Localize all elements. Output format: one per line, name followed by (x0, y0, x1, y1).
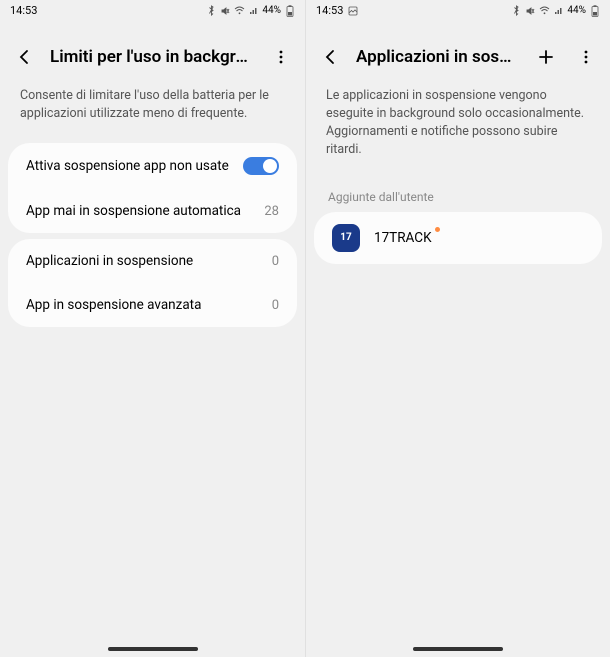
gallery-icon (347, 5, 358, 16)
app-name-text: 17TRACK (374, 230, 432, 246)
notification-dot-icon (435, 227, 440, 232)
row-count: 0 (272, 254, 279, 269)
row-count: 0 (272, 298, 279, 313)
sleeping-apps-row[interactable]: Applicazioni in sospensione 0 (8, 239, 297, 283)
settings-group-1: Attiva sospensione app non usate App mai… (8, 143, 297, 233)
battery-text: 44% (262, 5, 281, 16)
status-bar: 14:53 44% (0, 0, 305, 19)
add-button[interactable] (534, 45, 558, 69)
page-title: Applicazioni in sospens... (356, 47, 520, 67)
status-bar: 14:53 44% (306, 0, 610, 19)
more-button[interactable] (269, 45, 293, 69)
page-description: Consente di limitare l'uso della batteri… (0, 77, 305, 137)
chevron-left-icon (15, 48, 33, 66)
more-vertical-icon (577, 48, 595, 66)
page-header: Applicazioni in sospens... (306, 19, 610, 77)
mute-icon (220, 5, 231, 16)
mute-icon (525, 5, 536, 16)
row-count: 28 (264, 204, 279, 219)
row-label: Applicazioni in sospensione (26, 253, 272, 269)
wifi-icon (539, 5, 550, 16)
more-button[interactable] (574, 45, 598, 69)
plus-icon (537, 48, 555, 66)
more-vertical-icon (272, 48, 290, 66)
row-label: App mai in sospensione automatica (26, 203, 264, 219)
back-button[interactable] (318, 45, 342, 69)
page-description: Le applicazioni in sospensione vengono e… (306, 77, 610, 174)
bluetooth-icon (206, 5, 217, 16)
signal-icon (248, 5, 259, 16)
section-label: Aggiunte dall'utente (306, 174, 610, 210)
status-right: 44% (206, 5, 295, 16)
bluetooth-icon (511, 5, 522, 16)
nav-handle[interactable] (413, 647, 503, 651)
back-button[interactable] (12, 45, 36, 69)
row-label: App in sospensione avanzata (26, 297, 272, 313)
row-label: Attiva sospensione app non usate (26, 158, 243, 174)
nav-handle[interactable] (108, 647, 198, 651)
battery-text: 44% (567, 5, 586, 16)
battery-icon (589, 5, 600, 16)
signal-icon (553, 5, 564, 16)
app-icon: 17 (332, 224, 360, 252)
toggle-unused-apps-row[interactable]: Attiva sospensione app non usate (8, 143, 297, 189)
status-time: 14:53 (316, 4, 343, 17)
wifi-icon (234, 5, 245, 16)
screen-sleeping-apps: 14:53 44% App (305, 0, 610, 657)
status-time: 14:53 (10, 4, 37, 17)
battery-icon (284, 5, 295, 16)
screen-background-limits: 14:53 44% Limiti per l'uso in backgr (0, 0, 305, 657)
chevron-left-icon (321, 48, 339, 66)
status-right: 44% (511, 5, 600, 16)
never-auto-sleep-row[interactable]: App mai in sospensione automatica 28 (8, 189, 297, 233)
settings-group-2: Applicazioni in sospensione 0 App in sos… (8, 239, 297, 327)
app-list: 17 17TRACK (314, 212, 602, 264)
app-name: 17TRACK (374, 230, 432, 246)
page-header: Limiti per l'uso in backgrou... (0, 19, 305, 77)
app-row[interactable]: 17 17TRACK (314, 212, 602, 264)
deep-sleep-apps-row[interactable]: App in sospensione avanzata 0 (8, 283, 297, 327)
toggle-switch-on[interactable] (243, 157, 279, 175)
page-title: Limiti per l'uso in backgrou... (50, 47, 255, 67)
